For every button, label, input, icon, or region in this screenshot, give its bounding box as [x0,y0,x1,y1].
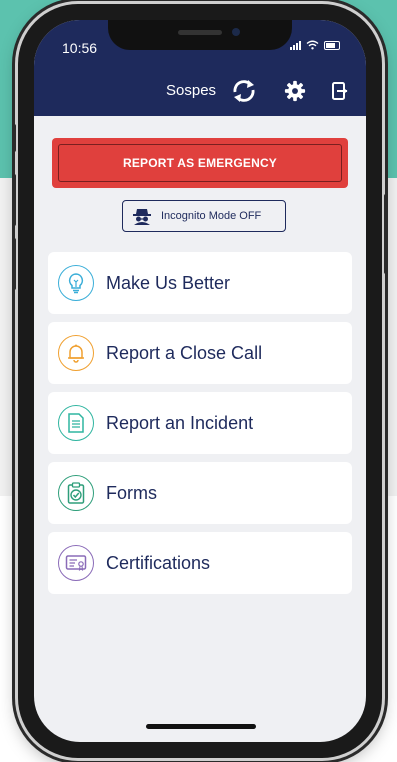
menu-item-certifications[interactable]: Certifications [48,532,352,594]
menu-item-label: Report an Incident [106,412,254,433]
speaker-grille [178,30,222,35]
incognito-label: Incognito Mode OFF [161,210,262,222]
document-icon [58,405,94,441]
menu-item-label: Forms [106,482,157,503]
report-emergency-label: REPORT AS EMERGENCY [58,144,342,182]
status-icons [290,40,340,50]
phone-screen: 10:56 Sospes REPORT AS EMERGENCY Incogni… [34,20,366,742]
front-camera [232,28,240,36]
sync-button[interactable] [230,78,258,104]
bell-icon [58,335,94,371]
logout-icon [332,82,348,100]
wifi-icon [306,40,319,50]
sync-icon [233,80,255,102]
menu-item-forms[interactable]: Forms [48,462,352,524]
volume-down-button [12,238,16,290]
status-time: 10:56 [62,40,98,56]
menu-item-label: Certifications [106,552,211,573]
home-indicator[interactable] [146,724,256,729]
menu-item-label: Make Us Better [106,272,231,293]
menu-item-make-us-better[interactable]: Make Us Better [48,252,352,314]
menu-item-report-incident[interactable]: Report an Incident [48,392,352,454]
menu-item-label: Report a Close Call [106,342,263,363]
app-title: Sospes [166,82,217,99]
incognito-toggle-button[interactable]: Incognito Mode OFF [122,200,286,232]
main-menu: Make Us Better Report a Close Call Repor… [48,252,352,602]
battery-icon [324,40,340,50]
menu-item-report-close-call[interactable]: Report a Close Call [48,322,352,384]
mute-switch [12,124,16,152]
cellular-signal-icon [290,40,301,50]
volume-up-button [12,174,16,226]
gear-icon [284,80,306,102]
notch [108,20,292,50]
report-emergency-button[interactable]: REPORT AS EMERGENCY [52,138,348,188]
logout-button[interactable] [330,80,350,102]
power-button [384,194,388,274]
clipboard-check-icon [58,475,94,511]
phone-frame: 10:56 Sospes REPORT AS EMERGENCY Incogni… [12,4,388,758]
lightbulb-icon [58,265,94,301]
certificate-icon [58,545,94,581]
incognito-spy-icon [133,209,151,225]
settings-button[interactable] [282,78,308,104]
